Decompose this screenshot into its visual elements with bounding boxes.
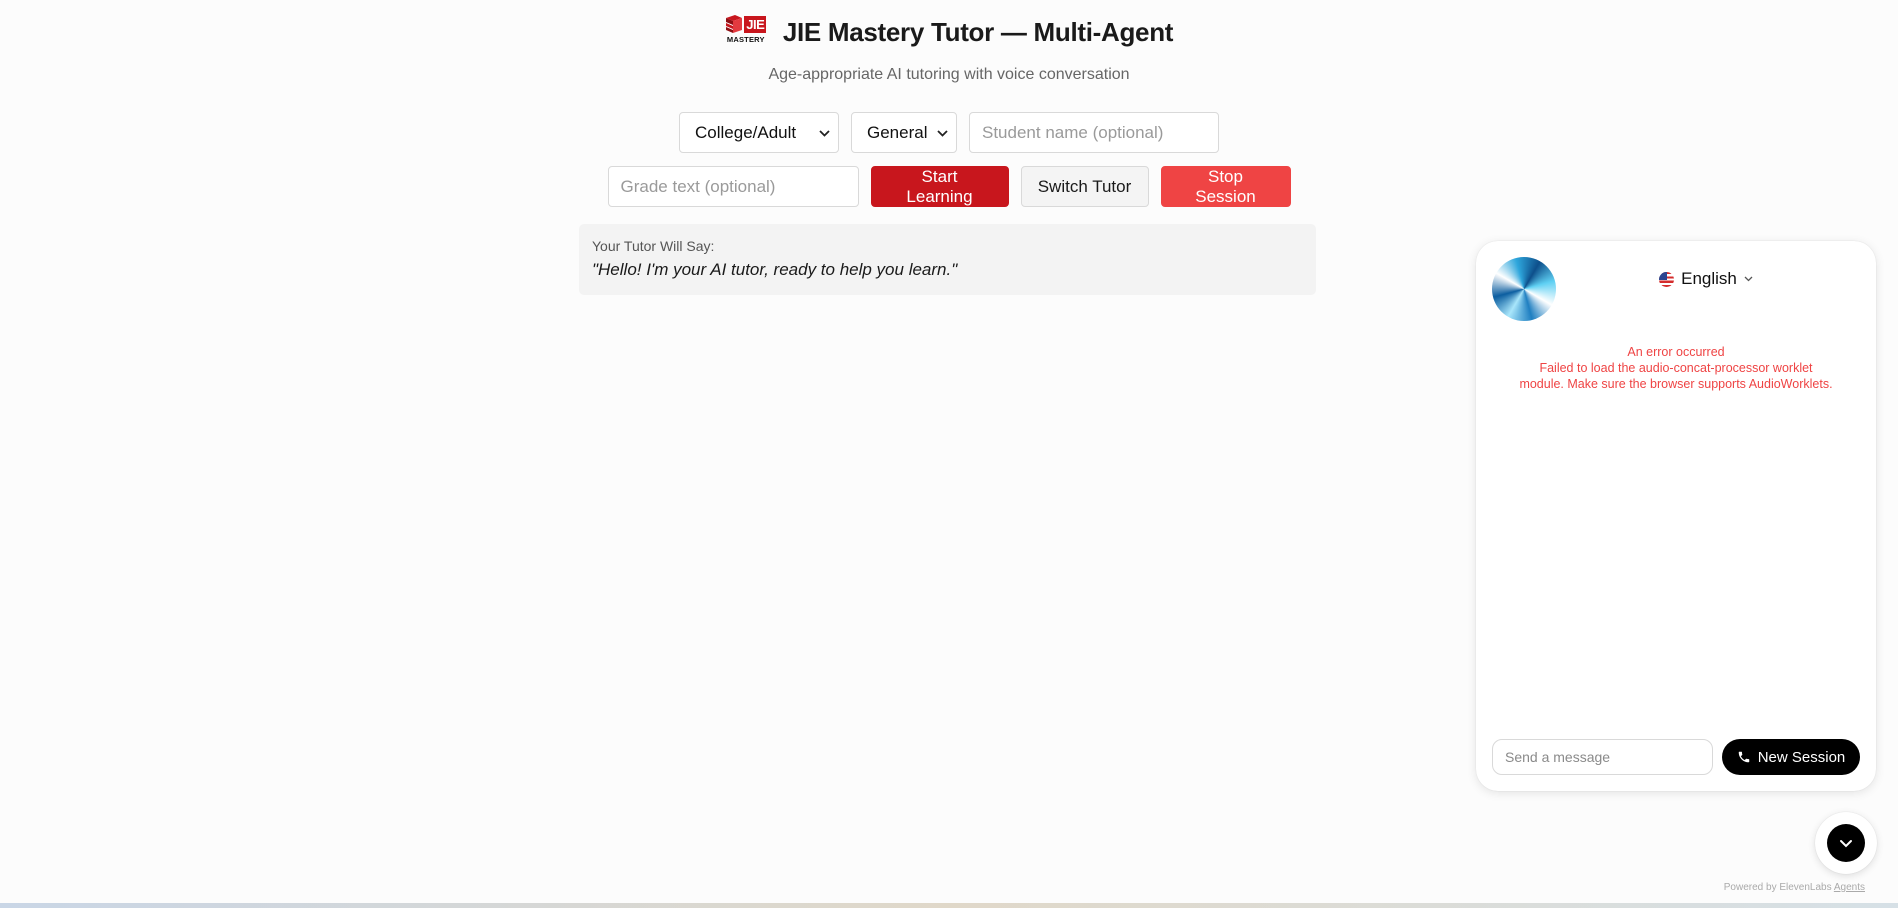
stop-session-button[interactable]: Stop Session — [1160, 166, 1291, 207]
widget-toggle-button[interactable] — [1815, 812, 1877, 874]
chevron-down-icon — [937, 126, 948, 140]
new-session-button[interactable]: New Session — [1722, 739, 1860, 775]
subject-select[interactable]: General — [851, 112, 957, 153]
agents-link[interactable]: Agents — [1834, 882, 1865, 893]
error-title: An error occurred — [1627, 345, 1725, 359]
error-detail: Failed to load the audio-concat-processo… — [1519, 361, 1833, 391]
page-header: JIE MASTERY JIE Mastery Tutor — Multi-Ag… — [0, 14, 1898, 50]
page-title: JIE Mastery Tutor — Multi-Agent — [782, 16, 1174, 47]
powered-by-text: Powered by ElevenLabs — [1723, 882, 1832, 893]
language-label: English — [1681, 269, 1737, 288]
chevron-down-icon — [819, 126, 830, 140]
jie-mastery-logo: JIE MASTERY — [725, 14, 767, 50]
logo-caption: MASTERY — [726, 35, 765, 44]
level-select[interactable]: College/Adult — [679, 112, 839, 153]
tutor-say-text: "Hello! I'm your AI tutor, ready to help… — [592, 260, 958, 279]
start-learning-button[interactable]: Start Learning — [870, 166, 1009, 207]
subject-select-value: General — [867, 122, 928, 142]
chevron-down-icon — [1840, 839, 1852, 847]
agent-avatar-orb — [1492, 257, 1556, 321]
switch-tutor-button[interactable]: Switch Tutor — [1020, 166, 1149, 207]
level-select-value: College/Adult — [695, 122, 797, 142]
phone-icon — [1737, 750, 1751, 764]
logo-badge: JIE — [744, 15, 767, 33]
student-name-input[interactable] — [969, 112, 1219, 153]
chevron-down-icon — [1744, 274, 1753, 285]
page-subtitle: Age-appropriate AI tutoring with voice c… — [768, 66, 1130, 83]
window-bottom-edge — [0, 903, 1898, 908]
grade-text-input[interactable] — [607, 166, 859, 207]
error-message: An error occurred Failed to load the aud… — [1516, 344, 1836, 392]
tutor-say-panel: Your Tutor Will Say: "Hello! I'm your AI… — [579, 224, 1316, 295]
message-input[interactable] — [1492, 739, 1713, 775]
voice-agent-widget: English An error occurred Failed to load… — [1476, 241, 1876, 791]
settings-row: College/Adult General — [0, 112, 1898, 153]
tutor-say-label: Your Tutor Will Say: — [592, 238, 715, 254]
us-flag-icon — [1659, 271, 1675, 287]
actions-row: Start Learning Switch Tutor Stop Session — [0, 166, 1898, 207]
collapse-button[interactable] — [1827, 824, 1865, 862]
language-selector[interactable]: English — [1626, 265, 1786, 293]
powered-by-footer: Powered by ElevenLabs Agents — [1724, 882, 1865, 893]
book-stack-icon — [726, 15, 743, 33]
new-session-label: New Session — [1757, 748, 1846, 766]
